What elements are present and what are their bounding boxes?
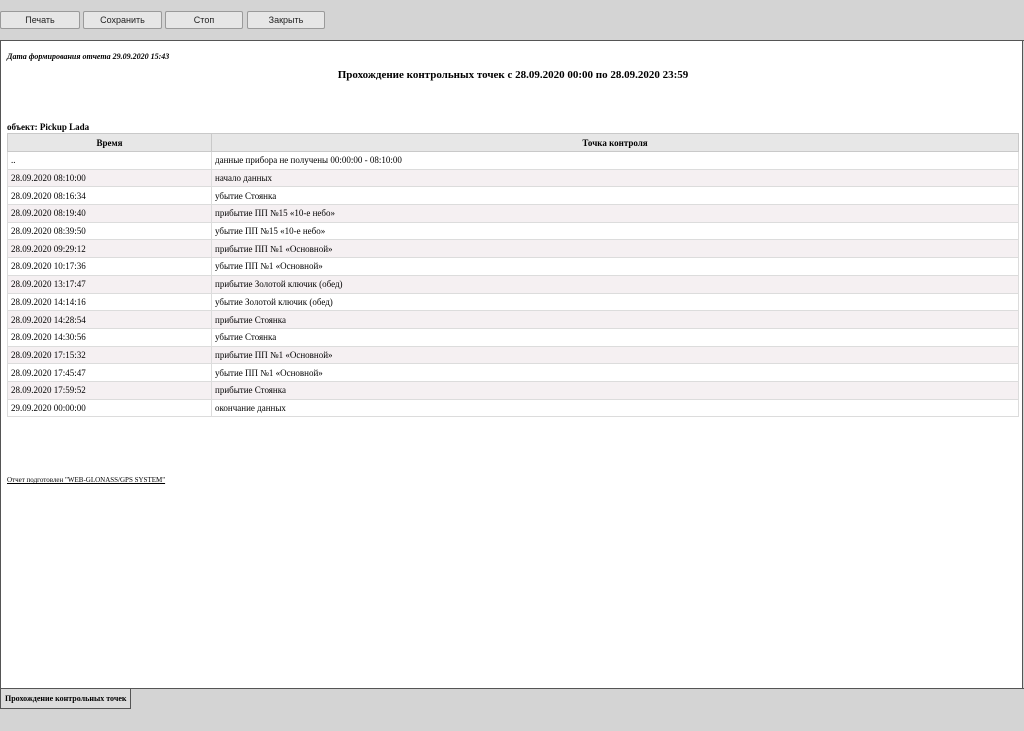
cell-time: 28.09.2020 08:16:34 <box>7 186 212 206</box>
table-row: .. данные прибора не получены 00:00:00 - … <box>7 151 1019 170</box>
cell-checkpoint: убытие ПП №1 «Основной» <box>211 257 1019 276</box>
column-header-checkpoint: Точка контроля <box>211 133 1019 152</box>
cell-checkpoint: прибытие ПП №15 «10-е небо» <box>211 204 1019 223</box>
cell-checkpoint: данные прибора не получены 00:00:00 - 08… <box>211 151 1019 170</box>
table-row: 28.09.2020 08:10:00 начало данных <box>7 168 1019 188</box>
report-footer-link[interactable]: Отчет подготовлен "WEB-GLONASS/GPS SYSTE… <box>7 476 165 484</box>
bottom-tab-bar: Прохождение контрольных точек <box>0 688 1024 731</box>
table-row: 28.09.2020 13:17:47 прибытие Золотой ключ… <box>7 274 1019 294</box>
table-row: 28.09.2020 08:16:34 убытие Стоянка <box>7 186 1019 206</box>
cell-time: 28.09.2020 17:15:32 <box>7 345 212 365</box>
table-row: 28.09.2020 08:39:50 убытие ПП №15 «10-е н… <box>7 221 1019 241</box>
cell-time: 28.09.2020 08:39:50 <box>7 221 212 241</box>
cell-checkpoint: убытие Стоянка <box>211 186 1019 206</box>
close-button[interactable]: Закрыть <box>247 11 325 29</box>
report-generated-date: Дата формирования отчета 29.09.2020 15:4… <box>7 52 170 61</box>
cell-checkpoint: убытие ПП №15 «10-е небо» <box>211 221 1019 241</box>
cell-checkpoint: убытие Стоянка <box>211 327 1019 347</box>
table-row: 28.09.2020 10:17:36 убытие ПП №1 «Основно… <box>7 257 1019 276</box>
toolbar: Печать Сохранить Стоп Закрыть <box>0 0 1024 41</box>
report-content[interactable]: Дата формирования отчета 29.09.2020 15:4… <box>0 41 1023 688</box>
table-row: 28.09.2020 17:15:32 прибытие ПП №1 «Основ… <box>7 345 1019 365</box>
cell-checkpoint: окончание данных <box>211 398 1019 418</box>
checkpoint-table: Время Точка контроля .. данные прибора не… <box>7 133 1019 418</box>
cell-checkpoint: прибытие ПП №1 «Основной» <box>211 345 1019 365</box>
table-header-row: Время Точка контроля <box>7 133 1019 152</box>
table-row: 28.09.2020 14:14:16 убытие Золотой ключик… <box>7 292 1019 312</box>
print-button[interactable]: Печать <box>0 11 80 29</box>
cell-checkpoint: прибытие Стоянка <box>211 310 1019 329</box>
report-title: Прохождение контрольных точек с 28.09.20… <box>337 69 689 81</box>
table-row: 28.09.2020 09:29:12 прибытие ПП №1 «Основ… <box>7 239 1019 259</box>
table-row: 28.09.2020 14:28:54 прибытие Стоянка <box>7 310 1019 329</box>
cell-time: 28.09.2020 08:19:40 <box>7 204 212 223</box>
cell-time: 28.09.2020 14:30:56 <box>7 327 212 347</box>
cell-time: 28.09.2020 09:29:12 <box>7 239 212 259</box>
table-row: 28.09.2020 17:59:52 прибытие Стоянка <box>7 380 1019 400</box>
cell-time: .. <box>7 151 212 170</box>
cell-checkpoint: прибытие Золотой ключик (обед) <box>211 274 1019 294</box>
save-button[interactable]: Сохранить <box>83 11 162 29</box>
cell-time: 28.09.2020 17:45:47 <box>7 363 212 382</box>
cell-time: 28.09.2020 17:59:52 <box>7 380 212 400</box>
cell-time: 29.09.2020 00:00:00 <box>7 398 212 418</box>
tab-checkpoint-report[interactable]: Прохождение контрольных точек <box>0 689 132 709</box>
cell-checkpoint: прибытие ПП №1 «Основной» <box>211 239 1019 259</box>
cell-time: 28.09.2020 08:10:00 <box>7 168 212 188</box>
cell-time: 28.09.2020 13:17:47 <box>7 274 212 294</box>
table-row: 28.09.2020 17:45:47 убытие ПП №1 «Основно… <box>7 363 1019 382</box>
table-row: 29.09.2020 00:00:00 окончание данных <box>7 398 1019 418</box>
object-label: объект: Pickup Lada <box>7 122 90 132</box>
column-header-time: Время <box>7 133 212 152</box>
cell-checkpoint: прибытие Стоянка <box>211 380 1019 400</box>
cell-time: 28.09.2020 10:17:36 <box>7 257 212 276</box>
stop-button[interactable]: Стоп <box>165 11 243 29</box>
cell-time: 28.09.2020 14:28:54 <box>7 310 212 329</box>
cell-checkpoint: начало данных <box>211 168 1019 188</box>
cell-checkpoint: убытие ПП №1 «Основной» <box>211 363 1019 382</box>
cell-checkpoint: убытие Золотой ключик (обед) <box>211 292 1019 312</box>
table-row: 28.09.2020 14:30:56 убытие Стоянка <box>7 327 1019 347</box>
table-row: 28.09.2020 08:19:40 прибытие ПП №15 «10-е… <box>7 204 1019 223</box>
cell-time: 28.09.2020 14:14:16 <box>7 292 212 312</box>
